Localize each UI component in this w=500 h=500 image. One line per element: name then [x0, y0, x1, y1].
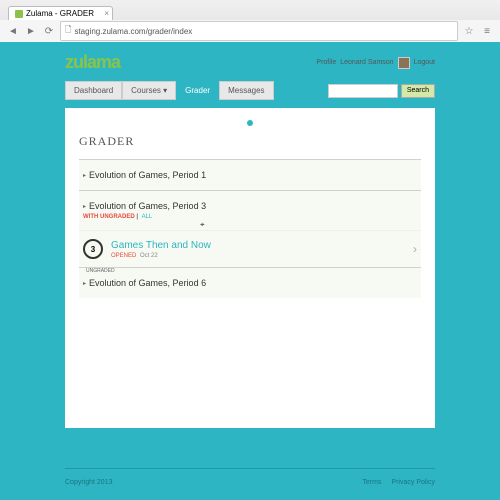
nav-tabs: Dashboard Courses ▾ Grader Messages — [65, 81, 274, 100]
url-text: staging.zulama.com/grader/index — [74, 27, 192, 36]
opened-date: Oct 22 — [140, 253, 158, 259]
footer-link-terms[interactable]: Terms — [362, 479, 381, 486]
search-area: Search — [328, 84, 435, 98]
main-card: GRADER ▸ Evolution of Games, Period 1 ▸ … — [65, 108, 435, 428]
filter-all[interactable]: ALL — [142, 214, 153, 220]
page-title: GRADER — [79, 134, 421, 149]
page-icon: 🗋 — [65, 24, 71, 38]
close-icon[interactable]: × — [104, 9, 109, 18]
opened-label: OPENED — [111, 253, 136, 259]
cursor-icon: ⌖ — [200, 220, 205, 230]
badge-count: 3 — [91, 245, 95, 254]
copyright: Copyright 2013 — [65, 479, 112, 486]
course-section[interactable]: ▸ Evolution of Games, Period 3 WITH UNGR… — [79, 190, 421, 230]
page-body: zulama Profile Leonard Samson Logout Das… — [0, 42, 500, 500]
logo[interactable]: zulama — [65, 52, 120, 73]
avatar[interactable] — [398, 57, 410, 69]
user-name[interactable]: Leonard Samson — [340, 59, 393, 66]
url-field[interactable]: 🗋 staging.zulama.com/grader/index — [60, 21, 458, 41]
forward-icon[interactable]: ► — [24, 24, 38, 38]
section-filters: WITH UNGRADED | ALL — [83, 214, 417, 220]
tab-bar: Zulama - GRADER × — [0, 0, 500, 20]
filter-ungraded[interactable]: WITH UNGRADED — [83, 214, 135, 220]
browser-tab[interactable]: Zulama - GRADER × — [8, 6, 113, 20]
tab-courses[interactable]: Courses ▾ — [122, 81, 176, 100]
assignment-row[interactable]: 3 UNGRADED Games Then and Now OPENED Oct… — [79, 230, 421, 267]
browser-chrome: Zulama - GRADER × ◄ ► ⟳ 🗋 staging.zulama… — [0, 0, 500, 42]
tab-dashboard[interactable]: Dashboard — [65, 81, 122, 100]
tab-messages[interactable]: Messages — [219, 81, 273, 100]
search-input[interactable] — [328, 84, 398, 98]
bookmark-icon[interactable]: ☆ — [462, 24, 476, 38]
section-title-text: Evolution of Games, Period 3 — [89, 201, 206, 211]
logout-link[interactable]: Logout — [414, 59, 435, 66]
menu-icon[interactable]: ≡ — [480, 24, 494, 38]
header-row: zulama Profile Leonard Samson Logout — [65, 48, 435, 77]
address-bar: ◄ ► ⟳ 🗋 staging.zulama.com/grader/index … — [0, 20, 500, 42]
caret-right-icon: ▸ — [83, 203, 86, 210]
search-button[interactable]: Search — [401, 84, 435, 98]
back-icon[interactable]: ◄ — [6, 24, 20, 38]
course-section[interactable]: ▸ Evolution of Games, Period 1 — [79, 159, 421, 190]
reload-icon[interactable]: ⟳ — [42, 24, 56, 38]
assignment-title[interactable]: Games Then and Now — [111, 240, 211, 251]
profile-link[interactable]: Profile — [316, 59, 336, 66]
caret-right-icon: ▸ — [83, 280, 86, 287]
section-title-text: Evolution of Games, Period 6 — [89, 278, 206, 288]
badge-label: UNGRADED — [86, 268, 115, 274]
tab-grader[interactable]: Grader — [176, 81, 219, 100]
indicator-dot-icon — [247, 120, 253, 126]
ungraded-count-badge: 3 — [83, 239, 103, 259]
chevron-right-icon[interactable]: › — [413, 242, 417, 256]
caret-right-icon: ▸ — [83, 172, 86, 179]
tab-title: Zulama - GRADER — [26, 9, 94, 18]
nav-row: Dashboard Courses ▾ Grader Messages Sear… — [65, 81, 435, 100]
footer-link-privacy[interactable]: Privacy Policy — [391, 479, 435, 486]
favicon-icon — [15, 10, 23, 18]
course-section[interactable]: ▸ Evolution of Games, Period 6 — [79, 267, 421, 298]
footer: Copyright 2013 Terms Privacy Policy — [65, 468, 435, 496]
section-title-text: Evolution of Games, Period 1 — [89, 170, 206, 180]
user-area: Profile Leonard Samson Logout — [316, 57, 435, 69]
